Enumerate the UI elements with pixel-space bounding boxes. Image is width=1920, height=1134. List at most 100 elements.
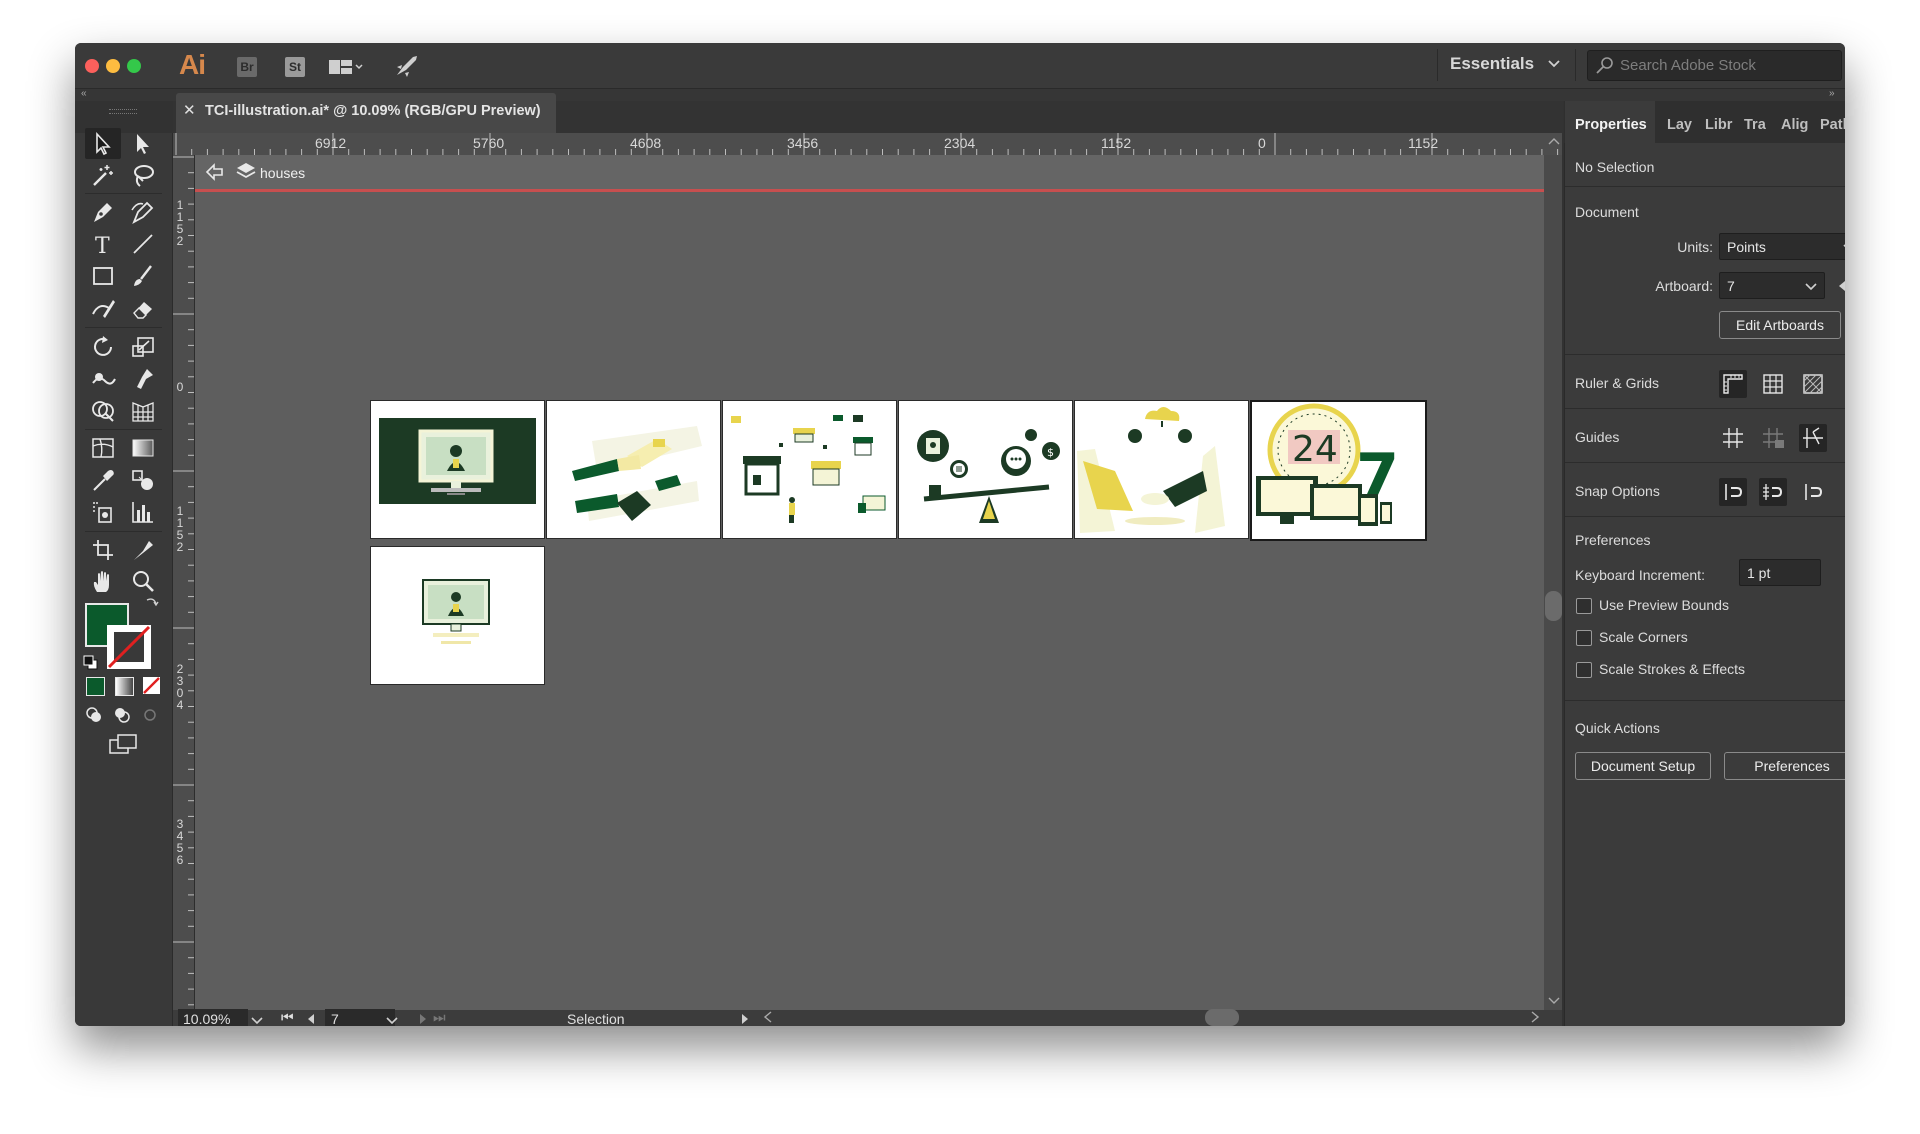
- show-guides-icon[interactable]: [1719, 424, 1747, 452]
- toggle-grid-icon[interactable]: [1759, 370, 1787, 398]
- artboard-3[interactable]: [722, 400, 897, 539]
- draw-behind-icon[interactable]: [113, 706, 131, 729]
- scroll-down-icon[interactable]: [1548, 993, 1560, 1011]
- scroll-right-icon[interactable]: [1530, 1010, 1540, 1026]
- none-mode-button[interactable]: [143, 677, 160, 694]
- artboard-6-active[interactable]: 24 7: [1250, 400, 1427, 541]
- vertical-ruler[interactable]: [173, 155, 195, 1010]
- preferences-button[interactable]: Preferences: [1724, 752, 1845, 780]
- last-artboard-icon[interactable]: ⏭: [433, 1009, 446, 1026]
- paintbrush-tool-icon[interactable]: [129, 262, 157, 290]
- artboard-1[interactable]: [370, 400, 545, 539]
- tab-pathfinder[interactable]: Path: [1820, 117, 1845, 133]
- artboard-5[interactable]: [1074, 400, 1249, 539]
- collapse-left-icon[interactable]: «: [81, 88, 87, 99]
- next-artboard-icon[interactable]: [418, 1012, 428, 1026]
- horizontal-scroll-thumb[interactable]: [1205, 1009, 1239, 1026]
- scroll-up-icon[interactable]: [1548, 133, 1560, 151]
- lasso-tool-icon[interactable]: [129, 162, 157, 190]
- curvature-tool-icon[interactable]: [129, 198, 157, 226]
- document-setup-label: Document Setup: [1590, 758, 1696, 774]
- panel-divider: [1565, 186, 1845, 187]
- artboard-7[interactable]: [370, 546, 545, 685]
- zoom-tool-icon[interactable]: [129, 568, 157, 596]
- shaper-tool-icon[interactable]: [89, 294, 117, 322]
- scale-tool-icon[interactable]: [129, 333, 157, 361]
- ruler-label: 1152: [1408, 135, 1439, 151]
- pen-tool-icon[interactable]: [89, 198, 117, 226]
- lock-guides-icon[interactable]: [1759, 424, 1787, 452]
- artboard-tool-icon[interactable]: [89, 536, 117, 564]
- draw-inside-icon[interactable]: [141, 706, 159, 729]
- transparency-grid-icon[interactable]: [1799, 370, 1827, 398]
- line-tool-icon[interactable]: [129, 230, 157, 258]
- vertical-scroll-thumb[interactable]: [1545, 591, 1562, 621]
- snap-to-point-icon[interactable]: [1719, 478, 1747, 506]
- edit-artboards-button[interactable]: Edit Artboards: [1719, 311, 1841, 339]
- zoom-window-button[interactable]: [127, 59, 141, 73]
- bridge-button[interactable]: Br: [237, 57, 257, 77]
- arrange-documents-button[interactable]: [328, 57, 363, 79]
- collapse-right-icon[interactable]: »: [1829, 88, 1835, 99]
- minimize-window-button[interactable]: [106, 59, 120, 73]
- direct-selection-tool-icon[interactable]: [129, 130, 157, 158]
- gpu-performance-button[interactable]: [393, 53, 421, 84]
- artboard-4[interactable]: $: [898, 400, 1073, 539]
- change-screen-mode-icon[interactable]: [109, 734, 139, 761]
- first-artboard-icon[interactable]: ⏮: [281, 1009, 294, 1026]
- draw-normal-icon[interactable]: [85, 706, 103, 729]
- close-tab-icon[interactable]: ✕: [183, 101, 196, 119]
- artboard-2[interactable]: [546, 400, 721, 539]
- smart-guides-icon[interactable]: [1799, 424, 1827, 452]
- shape-builder-tool-icon[interactable]: [89, 397, 117, 425]
- chevron-down-icon[interactable]: [1547, 57, 1561, 76]
- chevron-down-icon[interactable]: [386, 1013, 398, 1026]
- use-preview-bounds-checkbox[interactable]: [1576, 598, 1592, 614]
- tab-layers[interactable]: Lay: [1667, 117, 1692, 133]
- blend-tool-icon[interactable]: [129, 466, 157, 494]
- toggle-rulers-icon[interactable]: [1719, 370, 1747, 398]
- swap-fill-stroke-icon[interactable]: [144, 595, 160, 616]
- back-arrow-icon[interactable]: [203, 161, 225, 188]
- rectangle-tool-icon[interactable]: [89, 262, 117, 290]
- snap-to-glyph-icon[interactable]: [1799, 478, 1827, 506]
- gradient-mode-button[interactable]: [115, 677, 134, 696]
- puppet-warp-tool-icon[interactable]: [129, 365, 157, 393]
- tab-transform[interactable]: Tra: [1744, 117, 1766, 133]
- status-menu-icon[interactable]: [740, 1012, 750, 1026]
- tab-align[interactable]: Alig: [1781, 117, 1808, 133]
- warp-tool-icon[interactable]: [89, 365, 117, 393]
- color-mode-button[interactable]: [86, 677, 105, 696]
- vertical-scrollbar[interactable]: [1544, 155, 1562, 1010]
- document-setup-button[interactable]: Document Setup: [1575, 752, 1711, 780]
- eyedropper-tool-icon[interactable]: [89, 466, 117, 494]
- perspective-grid-tool-icon[interactable]: [129, 397, 157, 425]
- close-window-button[interactable]: [85, 59, 99, 73]
- stroke-color-swatch[interactable]: [107, 625, 151, 669]
- scroll-left-icon[interactable]: [763, 1010, 773, 1026]
- rotate-tool-icon[interactable]: [89, 333, 117, 361]
- tools-grip[interactable]: [109, 109, 137, 114]
- selection-tool-icon[interactable]: [89, 130, 117, 158]
- hand-tool-icon[interactable]: [89, 568, 117, 596]
- eraser-tool-icon[interactable]: [129, 294, 157, 322]
- keyboard-increment-value: 1 pt: [1747, 565, 1771, 581]
- default-fill-stroke-icon[interactable]: [83, 655, 99, 676]
- chevron-down-icon[interactable]: [251, 1013, 263, 1026]
- previous-artboard-arrow-icon[interactable]: [1837, 279, 1845, 297]
- previous-artboard-icon[interactable]: [306, 1012, 316, 1026]
- horizontal-ruler[interactable]: [173, 133, 1562, 156]
- scale-strokes-effects-checkbox[interactable]: [1576, 662, 1592, 678]
- scale-corners-checkbox[interactable]: [1576, 630, 1592, 646]
- symbol-sprayer-tool-icon[interactable]: [89, 498, 117, 526]
- mesh-tool-icon[interactable]: [89, 434, 117, 462]
- gradient-tool-icon[interactable]: [129, 434, 157, 462]
- magic-wand-tool-icon[interactable]: [89, 162, 117, 190]
- stock-button[interactable]: St: [285, 57, 305, 77]
- type-tool-icon[interactable]: T: [89, 230, 117, 259]
- column-graph-tool-icon[interactable]: [129, 498, 157, 526]
- slice-tool-icon[interactable]: [129, 536, 157, 564]
- snap-to-pixel-icon[interactable]: [1759, 478, 1787, 506]
- tab-libraries[interactable]: Libr: [1705, 117, 1732, 133]
- workspace-switcher[interactable]: Essentials: [1450, 54, 1534, 74]
